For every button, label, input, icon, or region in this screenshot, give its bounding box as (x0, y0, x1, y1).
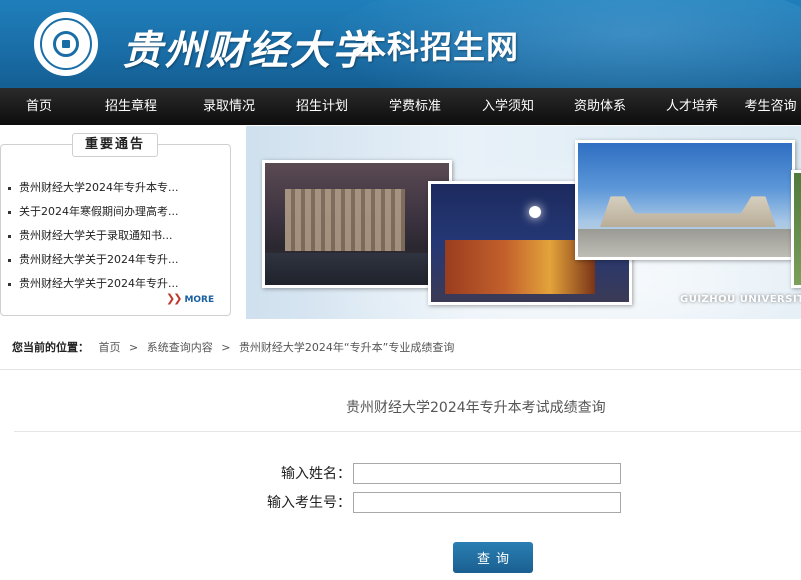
campus-photo-night-building (262, 160, 452, 288)
name-row: 输入姓名： (0, 463, 801, 485)
more-link[interactable]: ❯❯ MORE (166, 292, 214, 305)
breadcrumb-system-query[interactable]: 系统查询内容 (147, 341, 213, 354)
exam-number-input[interactable] (353, 492, 621, 513)
nav-item-tuition[interactable]: 学费标准 (370, 88, 460, 125)
photo-water (265, 253, 449, 285)
university-name-calligraphy: 贵州财经大学 (122, 27, 374, 74)
bullet-icon (8, 186, 11, 190)
notice-item[interactable]: 贵州财经大学关于2024年专升... (8, 248, 218, 272)
bullet-icon (8, 258, 11, 262)
bullet-icon (8, 282, 11, 286)
campus-photo-partial (791, 170, 801, 288)
university-seal-logo[interactable] (34, 12, 98, 76)
photo-ground (578, 229, 792, 257)
nav-item-talent-cultivation[interactable]: 人才培养 (644, 88, 740, 125)
notice-title: 重要通告 (72, 133, 158, 157)
notice-item-text: 贵州财经大学关于2024年专升... (19, 253, 179, 266)
bullet-icon (8, 234, 11, 238)
notice-item-text: 贵州财经大学关于2024年专升... (19, 277, 179, 290)
campus-photo-gate (575, 140, 795, 260)
photo-moon (529, 206, 541, 218)
breadcrumb: 您当前的位置： 首页 > 系统查询内容 > 贵州财经大学2024年“专升本”专业… (0, 320, 801, 370)
exam-number-label: 输入考生号： (267, 495, 351, 511)
photo-building (445, 240, 595, 294)
nav-item-enrollment-notice[interactable]: 入学须知 (460, 88, 556, 125)
nav-item-home[interactable]: 首页 (0, 88, 78, 125)
more-link-label: MORE (184, 295, 215, 305)
double-chevron-right-icon: ❯❯ (166, 292, 183, 305)
breadcrumb-separator: > (129, 341, 139, 354)
divider (14, 431, 801, 432)
nav-item-consultation[interactable]: 考生咨询 (740, 88, 801, 125)
name-input[interactable] (353, 463, 621, 484)
notice-item-text: 贵州财经大学2024年专升本专... (19, 181, 179, 194)
nav-item-enrollment-plan[interactable]: 招生计划 (274, 88, 370, 125)
notice-item-text: 关于2024年寒假期间办理高考... (19, 205, 179, 218)
breadcrumb-trail: 您当前的位置： 首页 > 系统查询内容 > 贵州财经大学2024年“专升本”专业… (12, 339, 454, 355)
main-nav: 首页 招生章程 录取情况 招生计划 学费标准 入学须知 资助体系 人才培养 考生… (0, 88, 801, 125)
nav-item-financial-aid[interactable]: 资助体系 (556, 88, 644, 125)
breadcrumb-home[interactable]: 首页 (99, 341, 121, 354)
banner-caption: GUIZHOU UNIVERSITY (680, 294, 801, 305)
photo-building (285, 189, 405, 251)
query-title: 贵州财经大学2024年专升本考试成绩查询 (346, 400, 606, 416)
notice-list: 贵州财经大学2024年专升本专... 关于2024年寒假期间办理高考... 贵州… (8, 176, 218, 296)
name-label: 输入姓名： (281, 466, 351, 482)
breadcrumb-separator: > (221, 341, 231, 354)
bullet-icon (8, 210, 11, 214)
query-button[interactable]: 查询 (453, 542, 533, 573)
breadcrumb-current: 贵州财经大学2024年“专升本”专业成绩查询 (238, 341, 455, 354)
exam-number-row: 输入考生号： (0, 492, 801, 514)
notice-item[interactable]: 关于2024年寒假期间办理高考... (8, 200, 218, 224)
campus-banner: GUIZHOU UNIVERSITY (246, 126, 801, 319)
nav-item-admission-results[interactable]: 录取情况 (184, 88, 274, 125)
notice-item[interactable]: 贵州财经大学关于录取通知书... (8, 224, 218, 248)
site-title: 本科招生网 (354, 28, 520, 66)
notice-item-text: 贵州财经大学关于录取通知书... (19, 229, 173, 242)
nav-item-admission-charter[interactable]: 招生章程 (78, 88, 184, 125)
photo-gate (600, 196, 776, 227)
site-header: 贵州财经大学 本科招生网 (0, 0, 801, 88)
notice-item[interactable]: 贵州财经大学2024年专升本专... (8, 176, 218, 200)
breadcrumb-label: 您当前的位置： (12, 341, 89, 354)
seal-core (53, 31, 79, 57)
